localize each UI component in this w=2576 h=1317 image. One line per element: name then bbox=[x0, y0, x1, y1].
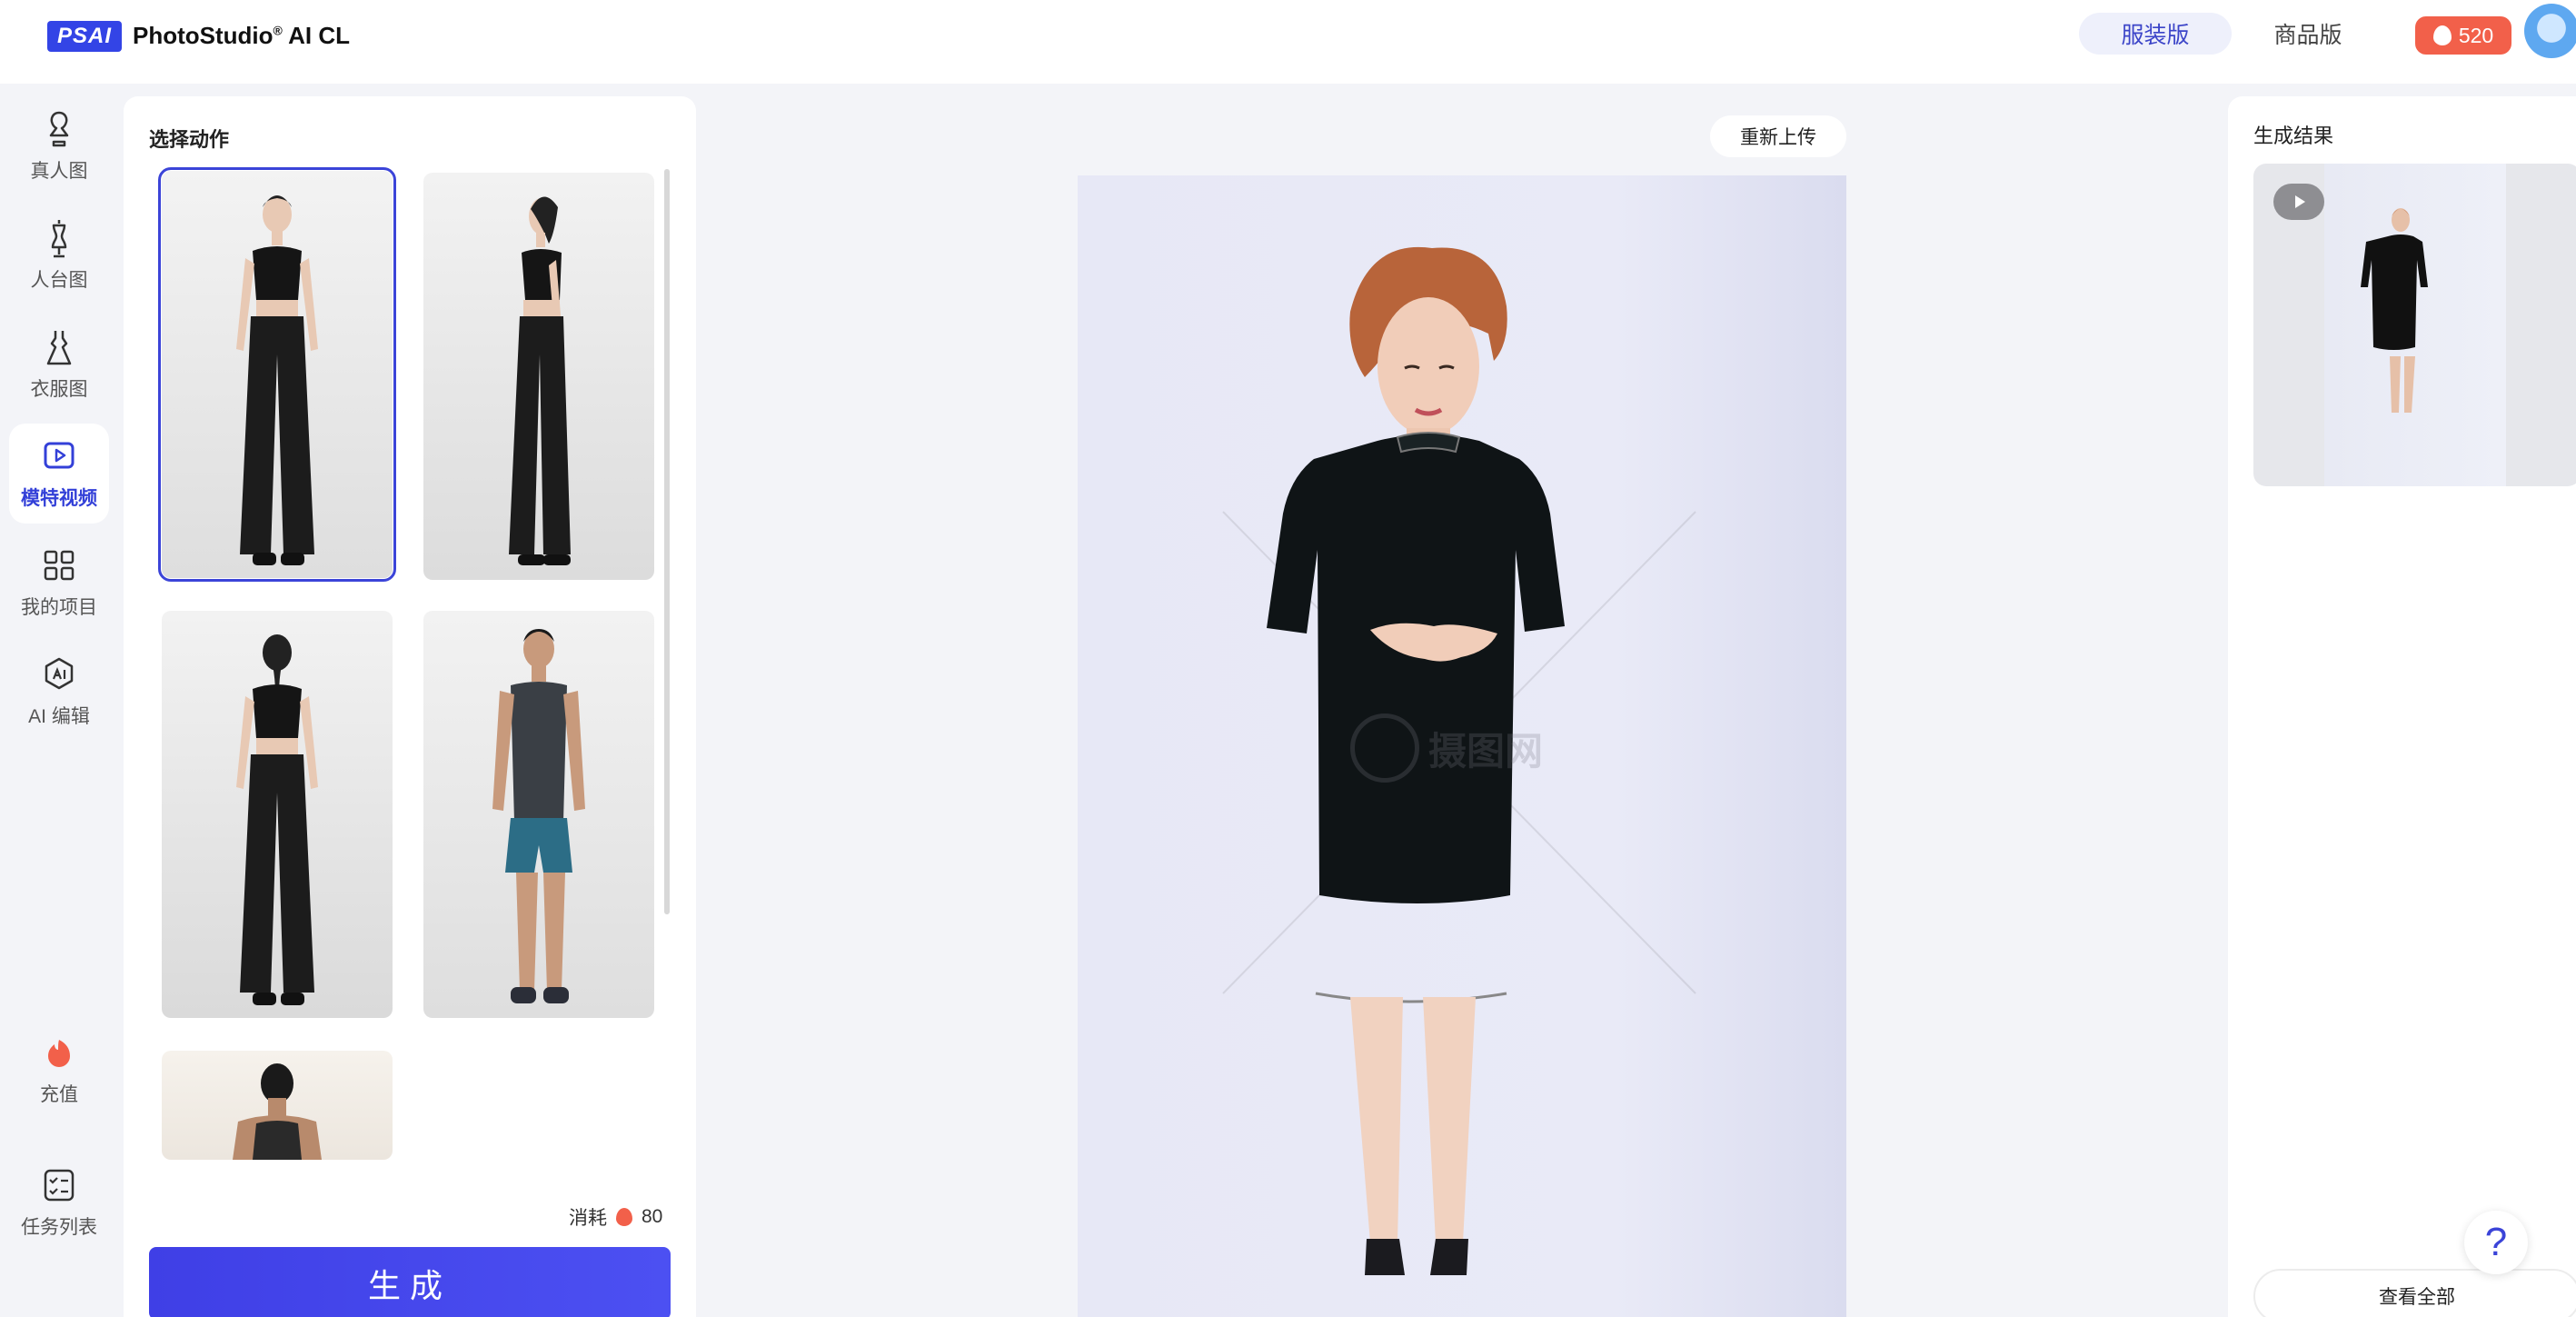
sidebar-item-my-projects[interactable]: 我的项目 bbox=[9, 533, 109, 633]
credits-value: 520 bbox=[2458, 23, 2494, 47]
grid-icon bbox=[44, 550, 75, 581]
model-image bbox=[2361, 208, 2428, 413]
preview-image: 摄图网 bbox=[1078, 175, 1846, 1317]
model-image bbox=[492, 629, 585, 1003]
sidebar: 真人图 人台图 衣服图 模特视频 我的项目 AI 编辑 充值 任务列表 bbox=[0, 84, 118, 1317]
sidebar-item-label: AI 编辑 bbox=[28, 706, 90, 727]
dress-icon bbox=[46, 331, 72, 365]
play-icon[interactable] bbox=[2273, 184, 2324, 220]
credits-badge[interactable]: 520 bbox=[2415, 16, 2511, 55]
generate-button[interactable]: 生成 bbox=[149, 1247, 671, 1317]
sidebar-item-real-person[interactable]: 真人图 bbox=[9, 96, 109, 196]
sidebar-item-label: 衣服图 bbox=[30, 379, 88, 400]
bust-icon bbox=[49, 111, 69, 147]
sidebar-item-label: 模特视频 bbox=[21, 488, 97, 509]
app-name[interactable]: PhotoStudio® AI CL bbox=[133, 22, 350, 50]
panel-title: 选择动作 bbox=[149, 128, 230, 151]
checklist-icon bbox=[44, 1169, 75, 1202]
motion-thumbnail[interactable] bbox=[162, 611, 393, 1018]
cost-value: 80 bbox=[642, 1206, 663, 1227]
cost-label: 消耗 bbox=[569, 1208, 607, 1229]
play-triangle-icon bbox=[2295, 195, 2305, 208]
scrollbar-thumb[interactable] bbox=[664, 169, 670, 914]
result-video-card[interactable] bbox=[2253, 164, 2576, 486]
help-button[interactable]: ? bbox=[2464, 1211, 2528, 1274]
sidebar-item-label: 真人图 bbox=[30, 161, 88, 182]
flame-icon bbox=[2432, 25, 2452, 45]
watermark-logo-icon bbox=[1350, 713, 1419, 783]
watermark: 摄图网 bbox=[1350, 713, 1543, 783]
model-image bbox=[236, 634, 318, 1005]
motion-panel: 选择动作 消耗 80 生成 bbox=[124, 96, 696, 1317]
motion-thumbnail[interactable] bbox=[162, 1051, 393, 1160]
sidebar-item-task-list[interactable]: 任务列表 bbox=[9, 1152, 109, 1252]
sidebar-item-recharge[interactable]: 充值 bbox=[9, 1020, 109, 1120]
sidebar-item-ai-edit[interactable]: AI 编辑 bbox=[9, 642, 109, 742]
video-play-icon bbox=[44, 442, 75, 469]
app-name-main: PhotoStudio bbox=[133, 22, 274, 49]
registered-mark: ® bbox=[273, 23, 283, 38]
view-all-button[interactable]: 查看全部 bbox=[2253, 1269, 2576, 1317]
motion-thumbnail[interactable] bbox=[158, 167, 396, 582]
result-thumbnail bbox=[2324, 164, 2506, 486]
sidebar-item-label: 充值 bbox=[40, 1084, 78, 1105]
mannequin-icon bbox=[51, 220, 67, 258]
motion-thumbnail[interactable] bbox=[423, 173, 654, 580]
logo-badge[interactable]: PSAI bbox=[47, 21, 122, 52]
sidebar-item-label: 人台图 bbox=[30, 270, 88, 291]
sidebar-item-clothes[interactable]: 衣服图 bbox=[9, 314, 109, 414]
app-name-suffix: AI CL bbox=[282, 22, 350, 49]
results-title: 生成结果 bbox=[2253, 125, 2334, 147]
sidebar-item-mannequin[interactable]: 人台图 bbox=[9, 205, 109, 305]
avatar[interactable] bbox=[2524, 4, 2576, 58]
top-bar: PSAI PhotoStudio® AI CL 服装版 商品版 520 bbox=[0, 0, 2576, 84]
flame-icon bbox=[616, 1208, 632, 1226]
results-panel: 生成结果 查看全部 bbox=[2228, 96, 2576, 1317]
watermark-text: 摄图网 bbox=[1428, 729, 1544, 773]
ai-hexagon-icon bbox=[45, 657, 74, 690]
model-image bbox=[233, 1063, 322, 1160]
sidebar-item-model-video[interactable]: 模特视频 bbox=[9, 424, 109, 524]
model-image bbox=[236, 195, 318, 565]
reupload-button[interactable]: 重新上传 bbox=[1710, 115, 1846, 157]
sidebar-item-label: 我的项目 bbox=[21, 597, 97, 618]
tab-apparel[interactable]: 服装版 bbox=[2079, 13, 2232, 55]
motion-thumbnail[interactable] bbox=[423, 611, 654, 1018]
cost-display: 消耗 80 bbox=[569, 1203, 662, 1231]
model-image bbox=[509, 196, 571, 565]
tab-product[interactable]: 商品版 bbox=[2232, 13, 2384, 55]
flame-icon bbox=[48, 1040, 70, 1067]
sidebar-item-label: 任务列表 bbox=[21, 1217, 97, 1238]
